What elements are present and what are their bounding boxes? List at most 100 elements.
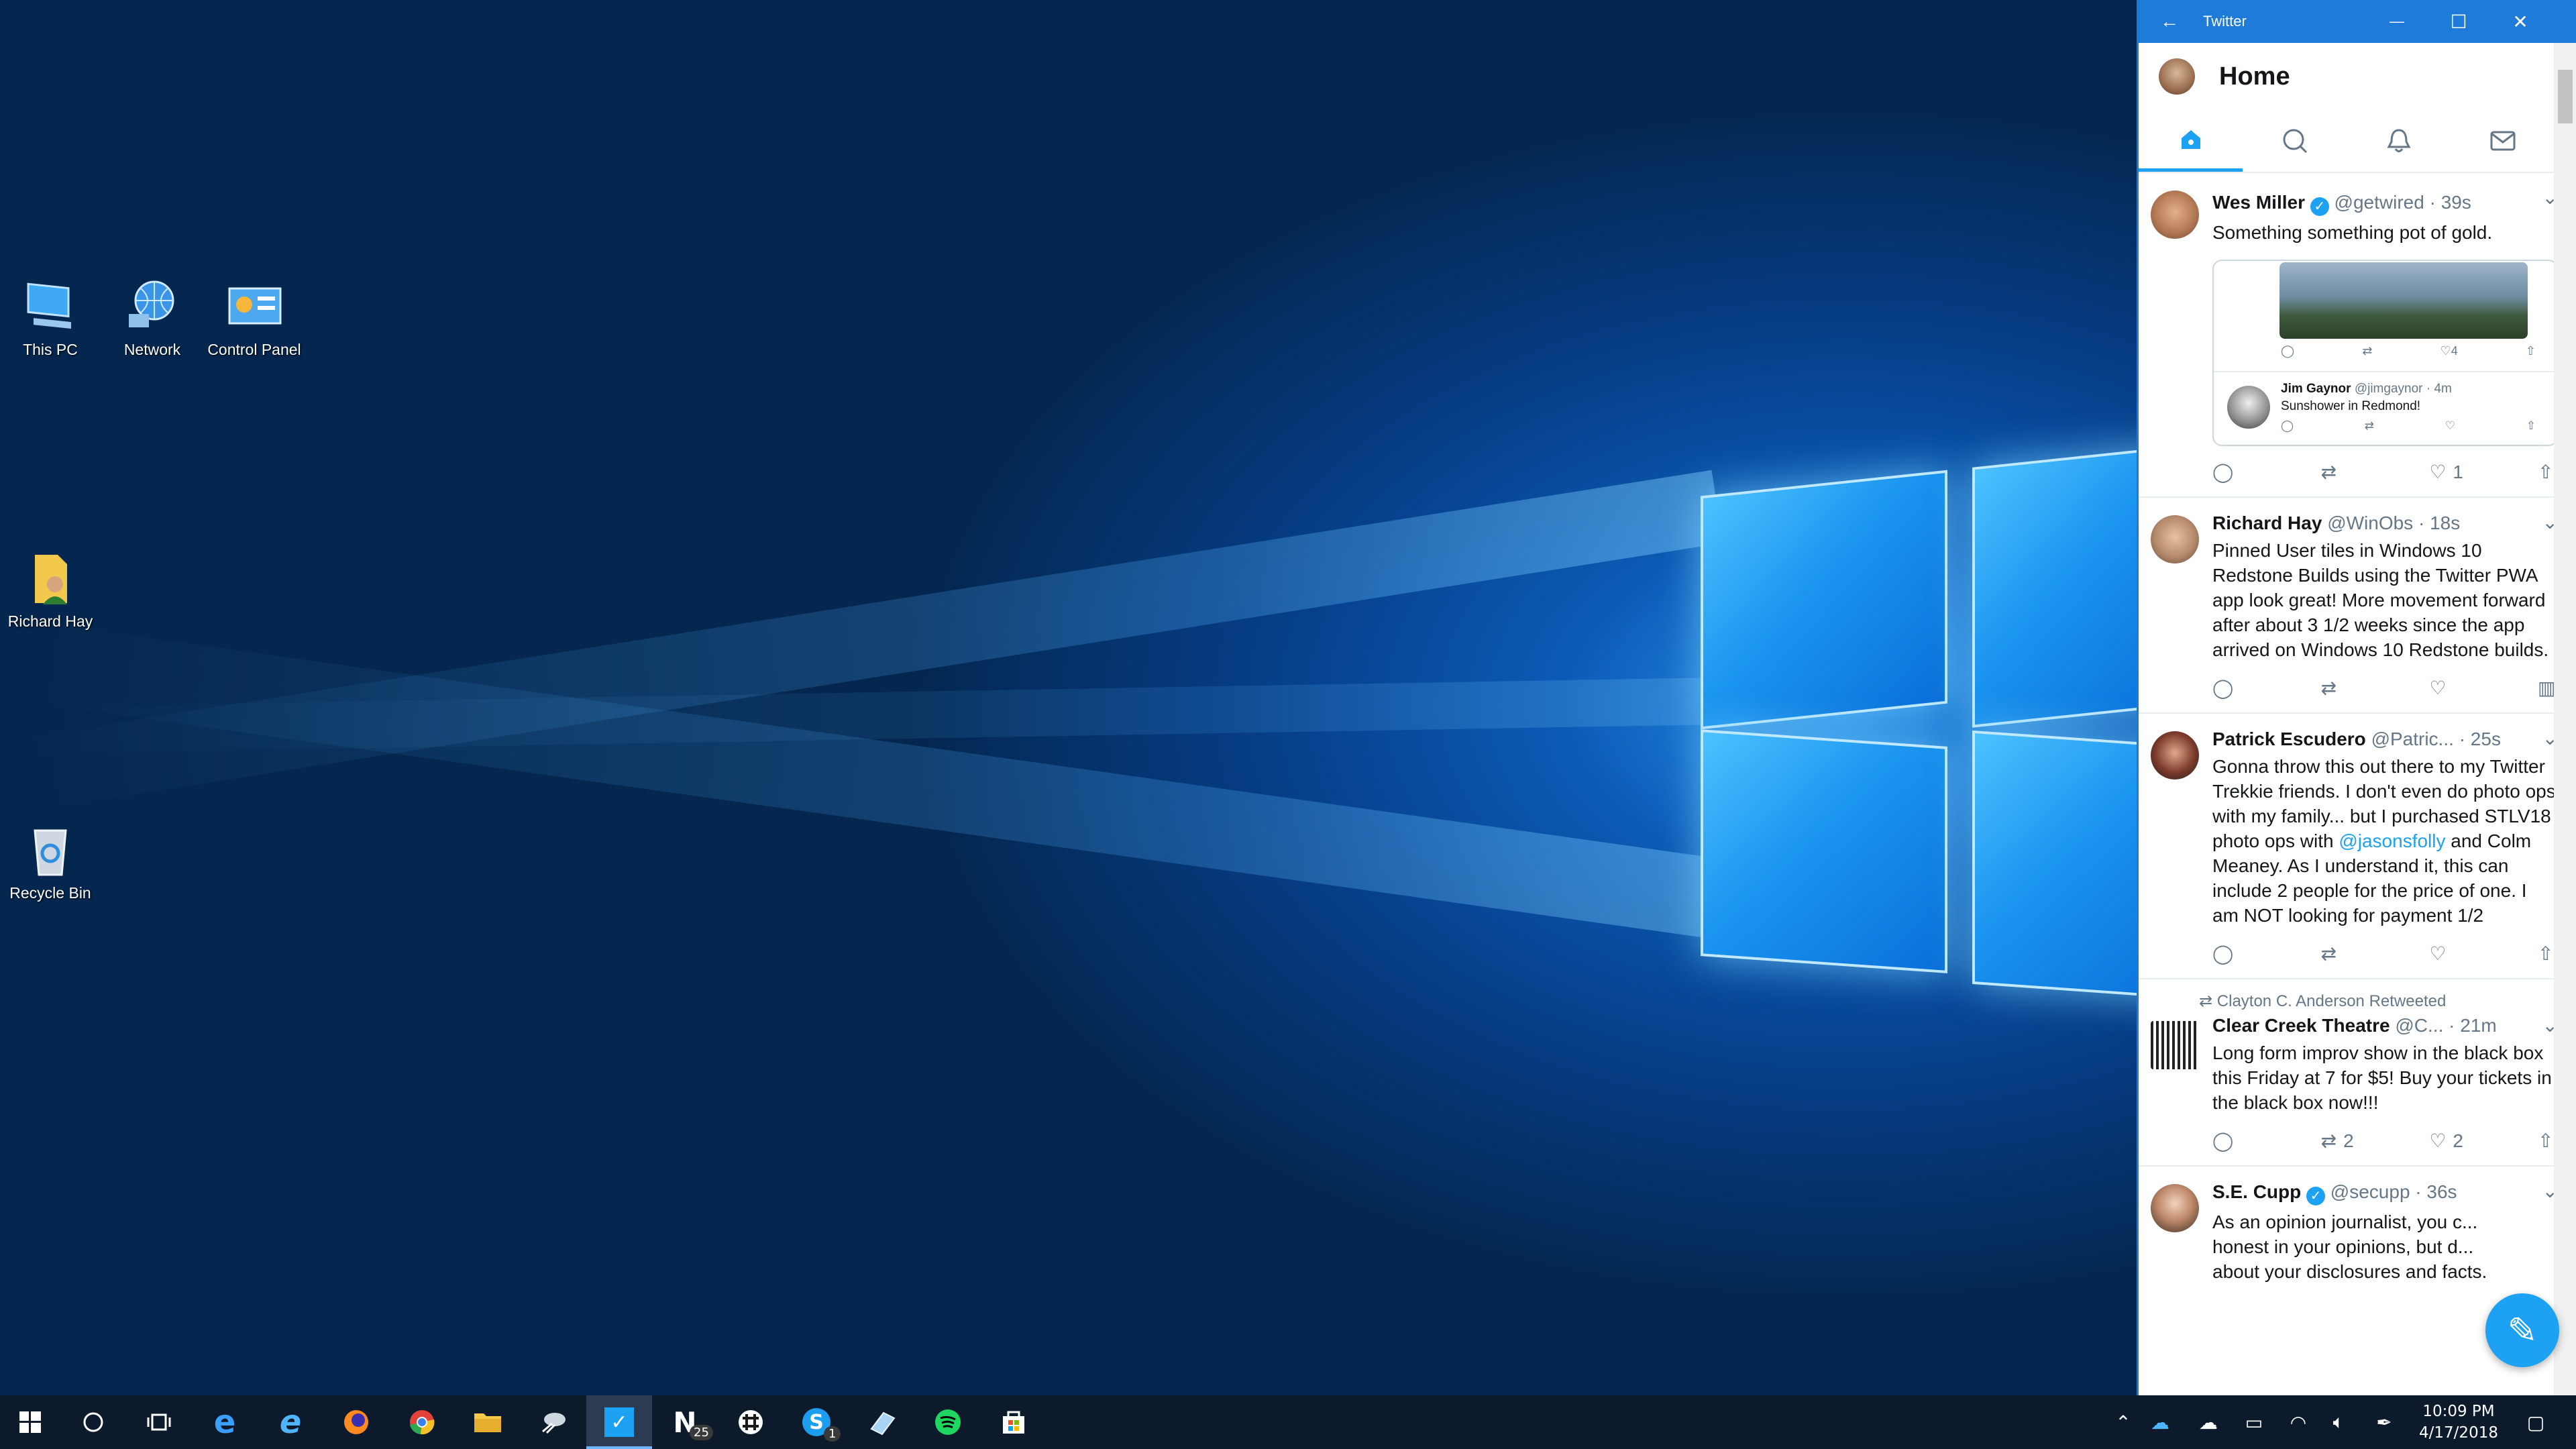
taskbar-news[interactable]: N 25 [652, 1395, 718, 1449]
tweet[interactable]: Patrick Escudero @Patric... · 25s ⌄ Gonn… [2139, 714, 2576, 979]
taskbar-ie[interactable]: e [258, 1395, 323, 1449]
like-icon[interactable]: ♡ [2445, 419, 2455, 433]
tweet[interactable]: ⇄ Clayton C. Anderson Retweeted Clear Cr… [2139, 979, 2576, 1167]
window-titlebar[interactable]: ← Twitter — ☐ ✕ [2139, 0, 2576, 43]
reply-button[interactable]: ◯ [2212, 943, 2253, 965]
desktop-icon-control-panel[interactable]: Control Panel [204, 275, 305, 359]
tab-messages[interactable] [2451, 110, 2555, 172]
clock[interactable]: 10:09 PM 4/17/2018 [2408, 1395, 2509, 1449]
retweet-button[interactable]: ⇄ [2321, 461, 2361, 483]
task-view-button[interactable] [126, 1395, 192, 1449]
like-button[interactable]: ♡ [2429, 943, 2469, 965]
quoted-handle[interactable]: @jimgaynor [2355, 382, 2423, 396]
like-icon[interactable]: ♡4 [2440, 344, 2458, 358]
back-button[interactable]: ← [2139, 0, 2200, 43]
profile-avatar[interactable] [2159, 58, 2195, 95]
tweet[interactable]: S.E. Cupp ✓ @secupp · 36s ⌄ As an opinio… [2139, 1167, 2576, 1297]
share-icon[interactable]: ⇧ [2526, 344, 2536, 358]
tweet-time[interactable]: 25s [2471, 729, 2501, 749]
quoted-author-name[interactable]: Jim Gaynor [2281, 382, 2351, 396]
close-button[interactable]: ✕ [2489, 0, 2551, 43]
tweet-time[interactable]: 21m [2460, 1015, 2496, 1036]
compose-tweet-button[interactable]: ✎ [2485, 1293, 2559, 1367]
reply-icon[interactable]: ◯ [2281, 419, 2294, 433]
share-icon: ⇧ [2537, 1130, 2554, 1151]
reply-icon[interactable]: ◯ [2281, 344, 2294, 358]
retweet-button[interactable]: ⇄ [2321, 677, 2361, 699]
tweet-handle[interactable]: @Patric... [2371, 729, 2454, 749]
retweeted-by[interactable]: Clayton C. Anderson Retweeted [2217, 992, 2447, 1010]
tweet-handle[interactable]: @C... [2395, 1015, 2443, 1036]
desktop-icon-label: This PC [23, 341, 78, 358]
tweet-avatar[interactable] [2151, 1184, 2199, 1232]
pen-tray[interactable]: ✒ [2364, 1395, 2404, 1449]
tweet-header: Clear Creek Theatre @C... · 21m [2212, 1015, 2558, 1036]
tweet-photo[interactable] [2279, 262, 2528, 339]
taskbar-snipping[interactable] [521, 1395, 586, 1449]
tweet-avatar[interactable] [2151, 1021, 2199, 1069]
tweet-author-name[interactable]: Richard Hay [2212, 513, 2322, 533]
reply-button[interactable]: ◯ [2212, 1130, 2253, 1152]
tweet-avatar[interactable] [2151, 515, 2199, 564]
reply-button[interactable]: ◯ [2212, 677, 2253, 699]
tweet-handle[interactable]: @getwired [2334, 192, 2424, 213]
tweet-handle[interactable]: @secupp [2330, 1181, 2410, 1202]
taskbar-store[interactable] [981, 1395, 1046, 1449]
volume-tray[interactable]: 🔈︎ [2318, 1395, 2359, 1449]
taskbar-slack[interactable] [718, 1395, 784, 1449]
quoted-time[interactable]: 4m [2434, 382, 2451, 396]
tweet[interactable]: Richard Hay @WinObs · 18s ⌄ Pinned User … [2139, 498, 2576, 714]
like-button[interactable]: ♡ 2 [2429, 1130, 2469, 1152]
maximize-button[interactable]: ☐ [2428, 0, 2489, 43]
desktop-icon-network[interactable]: Network [102, 275, 203, 359]
tweet[interactable]: Wes Miller ✓ @getwired · 39s ⌄ Something… [2139, 173, 2576, 498]
taskbar-chrome[interactable] [389, 1395, 455, 1449]
tweet-author-name[interactable]: Patrick Escudero [2212, 729, 2366, 749]
battery-tray[interactable]: ▭ [2234, 1395, 2274, 1449]
network-tray[interactable]: ◠ [2278, 1395, 2318, 1449]
cortana-button[interactable] [60, 1395, 126, 1449]
tweet-time[interactable]: 39s [2441, 192, 2471, 213]
quoted-tweet[interactable]: ◯ ⇄ ♡4 ⇧ Jim Gaynor @jimgaynor · 4m Suns… [2212, 260, 2558, 446]
taskbar-file-explorer[interactable] [455, 1395, 521, 1449]
action-center-button[interactable]: ▢ [2512, 1395, 2559, 1449]
taskbar-edge[interactable]: e [192, 1395, 258, 1449]
tab-search[interactable] [2243, 110, 2347, 172]
share-icon[interactable]: ⇧ [2526, 419, 2536, 433]
desktop-icon-this-pc[interactable]: This PC [0, 275, 101, 359]
scrollbar-thumb[interactable] [2558, 70, 2573, 123]
start-button[interactable] [0, 1395, 60, 1449]
like-button[interactable]: ♡ 1 [2429, 461, 2469, 483]
quoted-avatar[interactable] [2227, 386, 2270, 429]
reply-button[interactable]: ◯ [2212, 461, 2253, 483]
tweet-author-name[interactable]: Wes Miller [2212, 192, 2305, 213]
like-button[interactable]: ♡ [2429, 677, 2469, 699]
mention-link[interactable]: @jasonsfolly [2339, 830, 2445, 851]
onedrive-personal-tray[interactable]: ☁ [2188, 1395, 2229, 1449]
scrollbar[interactable] [2554, 43, 2576, 1395]
onedrive-tray[interactable]: ☁ [2140, 1395, 2180, 1449]
tweet-time[interactable]: 18s [2430, 513, 2460, 533]
retweet-button[interactable]: ⇄ [2321, 943, 2361, 965]
tweet-author-name[interactable]: Clear Creek Theatre [2212, 1015, 2390, 1036]
tab-home[interactable] [2139, 110, 2243, 172]
retweet-icon[interactable]: ⇄ [2362, 344, 2372, 358]
taskbar-firefox[interactable] [323, 1395, 389, 1449]
show-hidden-icons-button[interactable]: ⌃ [2106, 1395, 2140, 1449]
tweet-time[interactable]: 36s [2426, 1181, 2457, 1202]
tweet-author-name[interactable]: S.E. Cupp [2212, 1181, 2301, 1202]
taskbar-skype[interactable]: S1 [784, 1395, 849, 1449]
retweet-icon[interactable]: ⇄ [2365, 419, 2374, 433]
taskbar-spotify[interactable] [915, 1395, 981, 1449]
tweet-avatar[interactable] [2151, 191, 2199, 239]
taskbar-paint[interactable] [849, 1395, 915, 1449]
tweet-avatar[interactable] [2151, 731, 2199, 780]
store-icon [1003, 1411, 1024, 1434]
tab-notifications[interactable] [2347, 110, 2451, 172]
desktop-icon-richard-hay[interactable]: Richard Hay [0, 547, 101, 631]
retweet-button[interactable]: ⇄ 2 [2321, 1130, 2361, 1152]
desktop-icon-recycle-bin[interactable]: Recycle Bin [0, 818, 101, 902]
taskbar-twitter[interactable]: ✓ [586, 1395, 652, 1449]
tweet-handle[interactable]: @WinObs [2327, 513, 2413, 533]
minimize-button[interactable]: — [2366, 0, 2428, 43]
